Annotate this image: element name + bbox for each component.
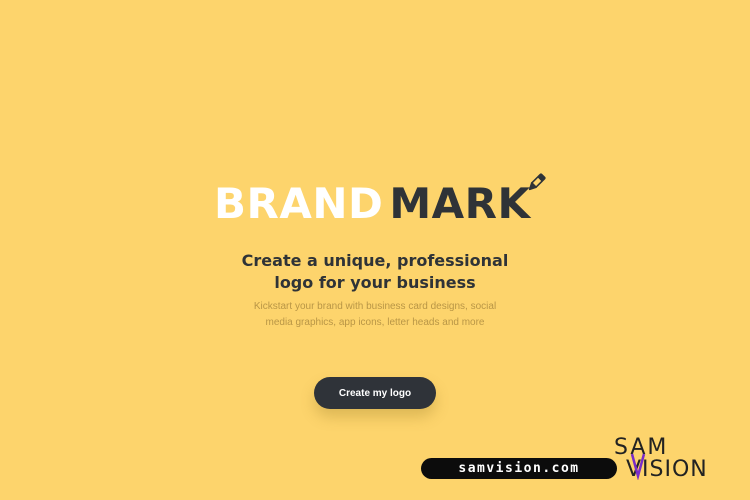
- brand-word-dark: MARK: [389, 179, 531, 228]
- subtext-line-2: media graphics, app icons, letter heads …: [265, 317, 485, 328]
- watermark-logo: SAM VISION: [614, 435, 707, 480]
- subtext-line-1: Kickstart your brand with business card …: [253, 301, 497, 312]
- watermark-url: samvision.com: [421, 458, 617, 479]
- hero-headline: Create a unique, professional logo for yo…: [175, 250, 575, 294]
- hero-subtext: Kickstart your brand with business card …: [235, 299, 515, 331]
- brand-word-light: BRAND: [214, 179, 384, 228]
- brand-logo: BRAND MARK: [214, 173, 546, 230]
- create-logo-button[interactable]: Create my logo: [314, 377, 436, 409]
- pen-icon: [528, 173, 546, 191]
- headline-line-2: logo for your business: [274, 273, 476, 292]
- headline-line-1: Create a unique, professional: [241, 251, 509, 270]
